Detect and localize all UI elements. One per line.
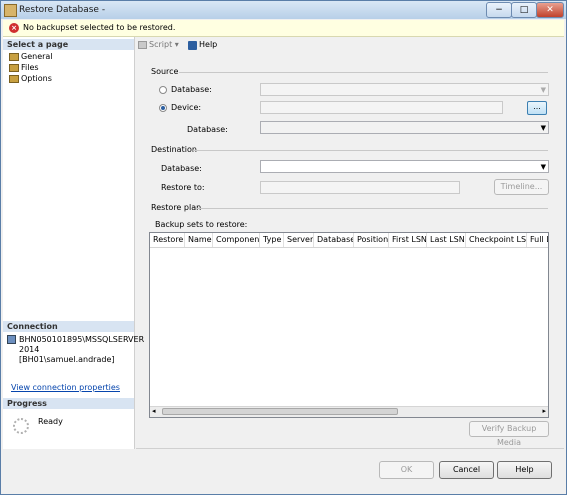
wrench-icon [9,52,19,61]
progress-heading: Progress [3,398,134,409]
help-icon [188,41,197,50]
maximize-button[interactable]: □ [511,2,537,18]
destination-database-label: Database: [161,164,202,173]
database-icon [4,4,17,17]
page-options-label: Options [21,74,52,83]
script-icon [138,41,147,49]
device-input[interactable] [260,101,503,114]
chevron-down-icon: ▼ [540,86,546,94]
page-files-label: Files [21,63,39,72]
device-label: Device: [171,103,202,112]
destination-divider [193,150,548,151]
footer-divider [136,448,564,449]
progress-status: Ready [38,417,63,426]
page-general-label: General [21,52,53,61]
database-radio[interactable] [159,86,167,94]
title-bar: Restore Database - − □ ✕ [1,1,566,19]
timeline-button[interactable]: Timeline... [494,179,549,195]
column-header-checkpoint-lsn[interactable]: Checkpoint LSN [466,233,527,247]
column-header-first-lsn[interactable]: First LSN [389,233,427,247]
restore-database-window: Restore Database - − □ ✕ × No backupset … [0,0,567,495]
script-dropdown-icon: ▾ [174,40,179,49]
script-button[interactable]: Script ▾ [149,38,179,52]
horizontal-scrollbar[interactable]: ◂ ▸ [150,406,548,417]
source-heading: Source [151,67,179,76]
verify-backup-media-button[interactable]: Verify Backup Media [469,421,549,447]
scroll-left-icon[interactable]: ◂ [152,407,156,415]
source-database-label: Database: [171,85,212,94]
column-header-last-lsn[interactable]: Last LSN [427,233,466,247]
column-header-component[interactable]: Component [213,233,260,247]
device-radio[interactable] [159,104,167,112]
page-general[interactable]: General [9,51,53,62]
error-icon: × [9,23,19,33]
cancel-button[interactable]: Cancel [439,461,494,479]
connection-user: 2014 [BH01\samuel.andrade] [19,345,115,364]
destination-heading: Destination [151,145,197,154]
source-database-select[interactable]: ▼ [260,83,549,96]
wrench-icon [9,63,19,72]
column-header-type[interactable]: Type [260,233,284,247]
restore-to-input[interactable] [260,181,460,194]
scrollbar-thumb[interactable] [162,408,398,415]
error-message: No backupset selected to be restored. [23,23,176,32]
source-database2-label: Database: [187,125,228,134]
connection-info: BHN050101895\MSSQLSERVER 2014 [BH01\samu… [19,335,145,365]
connection-heading: Connection [3,321,134,332]
restore-plan-divider [197,208,548,209]
window-title: Restore Database - [19,5,106,15]
chevron-down-icon: ▼ [540,163,546,171]
backup-sets-label: Backup sets to restore: [155,220,248,229]
column-header-full-lsn[interactable]: Full LS [527,233,548,247]
server-icon [7,335,16,344]
help-toolbar-button[interactable]: Help [199,38,217,52]
destination-database-select[interactable]: ▼ [260,160,549,173]
source-divider [179,72,548,73]
grid-header: Restore Name Component Type Server Datab… [150,233,548,248]
progress-spinner-icon [13,418,29,434]
column-header-name[interactable]: Name [185,233,213,247]
left-panel: Select a page General Files Options Conn… [3,37,145,449]
view-connection-properties-link[interactable]: View connection properties [11,383,120,392]
column-header-server[interactable]: Server [284,233,314,247]
minimize-button[interactable]: − [486,2,512,18]
close-button[interactable]: ✕ [536,2,564,18]
scroll-right-icon[interactable]: ▸ [542,407,546,415]
restore-plan-heading: Restore plan [151,203,202,212]
restore-to-label: Restore to: [161,183,205,192]
connection-server: BHN050101895\MSSQLSERVER [19,335,145,344]
help-button[interactable]: Help [497,461,552,479]
error-message-bar: × No backupset selected to be restored. [3,20,564,37]
page-options[interactable]: Options [9,73,52,84]
column-header-position[interactable]: Position [354,233,389,247]
select-page-heading: Select a page [3,39,134,50]
chevron-down-icon: ▼ [540,124,546,132]
column-header-restore[interactable]: Restore [150,233,185,247]
page-files[interactable]: Files [9,62,39,73]
wrench-icon [9,74,19,83]
source-database2-select[interactable]: ▼ [260,121,549,134]
script-label: Script [149,40,173,49]
backup-sets-grid[interactable]: Restore Name Component Type Server Datab… [149,232,549,418]
browse-device-button[interactable]: ... [527,101,547,115]
ok-button[interactable]: OK [379,461,434,479]
column-header-database[interactable]: Database [314,233,354,247]
